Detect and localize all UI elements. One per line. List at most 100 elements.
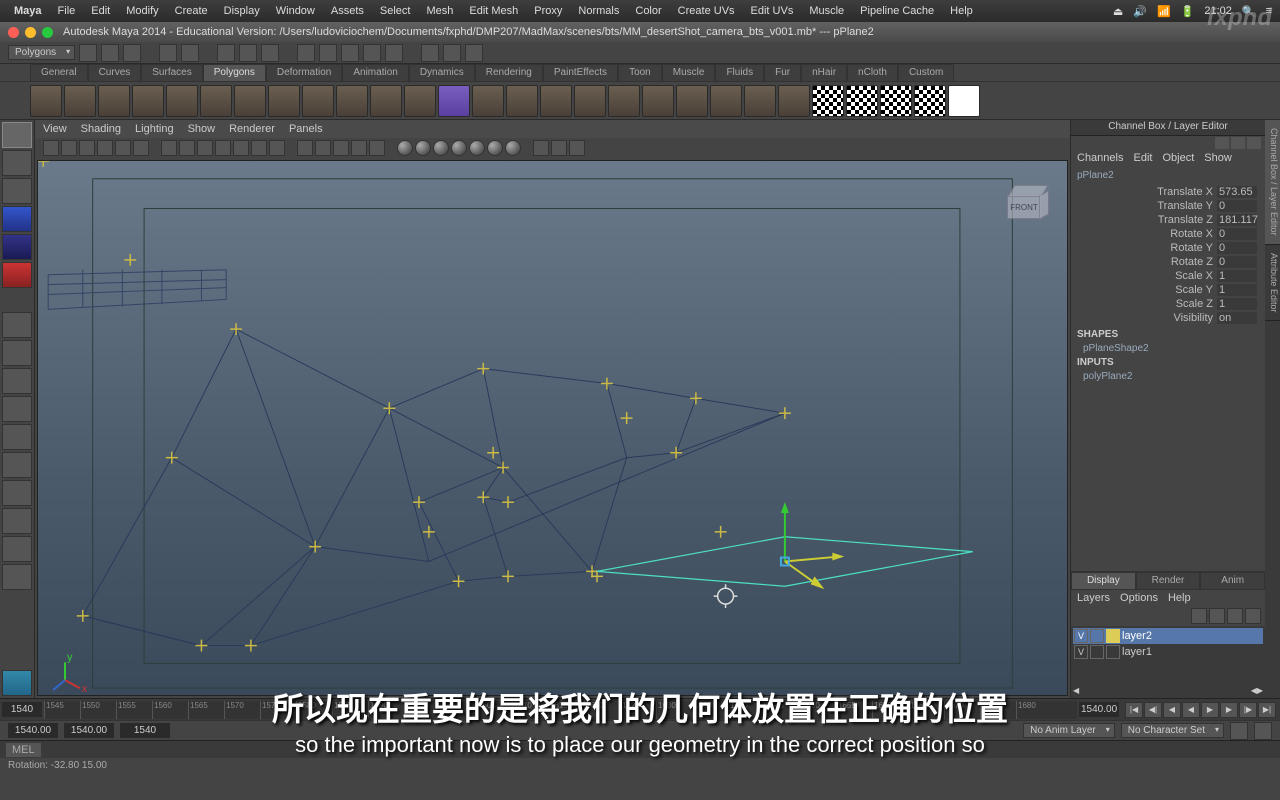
isolate-icon[interactable]: [533, 140, 549, 156]
poly-cone-icon[interactable]: [132, 85, 164, 117]
snap-grid-icon[interactable]: [297, 44, 315, 62]
viewport-3d[interactable]: y x FRONT: [37, 160, 1068, 696]
layer-new-empty-icon[interactable]: [1227, 608, 1243, 624]
redo-icon[interactable]: [181, 44, 199, 62]
bridge-icon[interactable]: [710, 85, 742, 117]
end-frame[interactable]: 1540.00: [1079, 702, 1119, 717]
persp-outliner-layout-2[interactable]: [2, 564, 32, 590]
cylindrical-map-icon[interactable]: [846, 85, 878, 117]
persp-outliner-layout[interactable]: [2, 480, 32, 506]
poly-cylinder-icon[interactable]: [98, 85, 130, 117]
menu-muscle[interactable]: Muscle: [801, 5, 852, 17]
uv-editor-icon[interactable]: [948, 85, 980, 117]
shape-node[interactable]: pPlaneShape2: [1071, 342, 1265, 355]
attr-sy-value[interactable]: 1: [1217, 284, 1257, 296]
three-top-layout[interactable]: [2, 424, 32, 450]
shelf-tab-custom[interactable]: Custom: [898, 64, 954, 81]
attr-sz-value[interactable]: 1: [1217, 298, 1257, 310]
shading-ball-4[interactable]: [451, 140, 467, 156]
layer-row-layer2[interactable]: V layer2: [1073, 628, 1263, 644]
go-start-button[interactable]: |◀: [1125, 702, 1143, 718]
attr-ty-value[interactable]: 0: [1217, 200, 1257, 212]
four-view-layout[interactable]: [2, 340, 32, 366]
planar-map-icon[interactable]: [812, 85, 844, 117]
cb-object-name[interactable]: pPlane2: [1071, 168, 1265, 183]
2d-pan-icon[interactable]: [115, 140, 131, 156]
command-line[interactable]: MEL: [0, 740, 1280, 758]
undo-icon[interactable]: [159, 44, 177, 62]
shelf-tab-muscle[interactable]: Muscle: [662, 64, 716, 81]
rotate-tool[interactable]: [2, 234, 32, 260]
layer-new-selected-icon[interactable]: [1245, 608, 1261, 624]
menu-edit-mesh[interactable]: Edit Mesh: [461, 5, 526, 17]
vp-menu-panels[interactable]: Panels: [289, 123, 323, 135]
start-frame[interactable]: 1540: [2, 702, 42, 717]
select-camera-icon[interactable]: [43, 140, 59, 156]
app-name[interactable]: Maya: [14, 5, 42, 17]
cb-icon-1[interactable]: [1215, 137, 1229, 149]
current-frame[interactable]: 1540: [120, 723, 170, 738]
poly-torus-icon[interactable]: [200, 85, 232, 117]
cb-tab-object[interactable]: Object: [1162, 152, 1194, 166]
attr-rz-value[interactable]: 0: [1217, 256, 1257, 268]
separate-icon[interactable]: [506, 85, 538, 117]
layer-tab-display[interactable]: Display: [1071, 572, 1136, 590]
layer-tab-render[interactable]: Render: [1136, 572, 1201, 590]
ipr-icon[interactable]: [443, 44, 461, 62]
vp-menu-lighting[interactable]: Lighting: [135, 123, 174, 135]
bookmarks-icon[interactable]: [79, 140, 95, 156]
playback-start[interactable]: 1540.00: [64, 723, 114, 738]
cb-tab-edit[interactable]: Edit: [1133, 152, 1152, 166]
layer-vis-toggle[interactable]: V: [1074, 645, 1088, 659]
snap-live-icon[interactable]: [385, 44, 403, 62]
layer-move-down-icon[interactable]: [1209, 608, 1225, 624]
save-scene-icon[interactable]: [123, 44, 141, 62]
shelf-tab-animation[interactable]: Animation: [342, 64, 408, 81]
autokey-icon[interactable]: [1230, 722, 1248, 740]
layer-menu-help[interactable]: Help: [1168, 592, 1191, 604]
two-stacked-layout[interactable]: [2, 396, 32, 422]
cb-tab-show[interactable]: Show: [1204, 152, 1232, 166]
snap-curve-icon[interactable]: [319, 44, 337, 62]
shelf-tab-painteffects[interactable]: PaintEffects: [543, 64, 618, 81]
shading-ball-1[interactable]: [397, 140, 413, 156]
shelf-tab-nhair[interactable]: nHair: [801, 64, 847, 81]
scroll-right-icon[interactable]: ◀▶: [1251, 686, 1263, 698]
zoom-button[interactable]: [42, 27, 53, 38]
menu-mesh[interactable]: Mesh: [418, 5, 461, 17]
textured-icon[interactable]: [333, 140, 349, 156]
menu-help[interactable]: Help: [942, 5, 981, 17]
append-icon[interactable]: [744, 85, 776, 117]
attr-tx-value[interactable]: 573.65: [1217, 186, 1257, 198]
lasso-icon[interactable]: [239, 44, 257, 62]
layer-color-swatch[interactable]: [1106, 645, 1120, 659]
layer-type-toggle[interactable]: [1090, 629, 1104, 643]
snap-plane-icon[interactable]: [363, 44, 381, 62]
use-lights-icon[interactable]: [351, 140, 367, 156]
shelf-tab-deformation[interactable]: Deformation: [266, 64, 342, 81]
menu-pipeline[interactable]: Pipeline Cache: [852, 5, 942, 17]
vp-menu-view[interactable]: View: [43, 123, 67, 135]
poly-soccer-icon[interactable]: [370, 85, 402, 117]
time-slider[interactable]: 1540 15451550155515601565157015751580158…: [0, 698, 1280, 720]
layer-tab-anim[interactable]: Anim: [1200, 572, 1265, 590]
menu-window[interactable]: Window: [268, 5, 323, 17]
film-gate-icon[interactable]: [179, 140, 195, 156]
shading-ball-3[interactable]: [433, 140, 449, 156]
menu-create[interactable]: Create: [167, 5, 216, 17]
shelf-tab-general[interactable]: General: [30, 64, 88, 81]
layer-menu-options[interactable]: Options: [1120, 592, 1158, 604]
lasso-tool[interactable]: [2, 150, 32, 176]
render-settings-icon[interactable]: [465, 44, 483, 62]
poly-cube-icon[interactable]: [64, 85, 96, 117]
menu-edit-uvs[interactable]: Edit UVs: [743, 5, 802, 17]
safe-title-icon[interactable]: [269, 140, 285, 156]
shading-ball-7[interactable]: [505, 140, 521, 156]
shelf-tab-fluids[interactable]: Fluids: [715, 64, 764, 81]
new-scene-icon[interactable]: [79, 44, 97, 62]
move-tool[interactable]: [2, 206, 32, 232]
minimize-button[interactable]: [25, 27, 36, 38]
shelf-tab-fur[interactable]: Fur: [764, 64, 801, 81]
poly-sphere-icon[interactable]: [30, 85, 62, 117]
extract-icon[interactable]: [540, 85, 572, 117]
